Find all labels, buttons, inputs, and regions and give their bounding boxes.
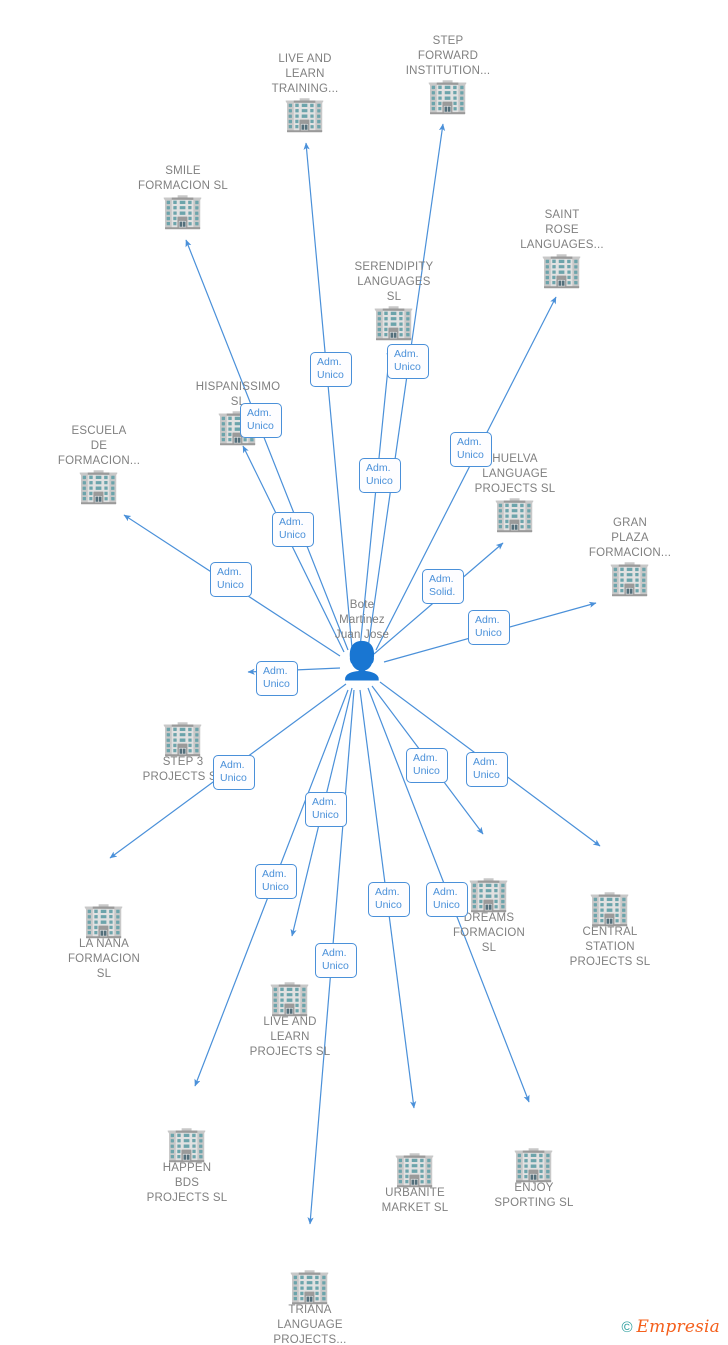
badge-hispanissimo[interactable]: Adm. Unico	[240, 403, 282, 438]
watermark: © Empresia	[621, 1317, 720, 1337]
node-label: ESCUELA DE FORMACION...	[57, 425, 141, 467]
node-label: SERENDIPITY LANGUAGES SL	[354, 261, 434, 303]
badge-la-nana[interactable]: Adm. Unico	[213, 755, 255, 790]
node-label: CENTRAL STATION PROJECTS SL	[569, 926, 651, 968]
building-icon: 🏢	[426, 77, 470, 115]
node-triana-language-projects[interactable]: 🏢 TRIANA LANGUAGE PROJECTS...	[240, 1269, 380, 1345]
node-serendipity-languages-sl[interactable]: SERENDIPITY LANGUAGES SL 🏢	[324, 260, 464, 339]
badge-smile[interactable]: Adm. Unico	[272, 512, 314, 547]
node-hispanissimo-sl[interactable]: HISPANISSIMO SL 🏢	[168, 380, 308, 444]
node-label: LA NANA FORMACION SL	[67, 938, 141, 980]
node-central-station-projects-sl[interactable]: 🏢 CENTRAL STATION PROJECTS SL	[540, 891, 680, 970]
building-icon: 🏢	[216, 408, 260, 446]
badge-live-learn-projects[interactable]: Adm. Unico	[305, 792, 347, 827]
node-la-nana-formacion-sl[interactable]: 🏢 LA NANA FORMACION SL	[34, 903, 174, 982]
badge-serendipity[interactable]: Adm. Unico	[359, 458, 401, 493]
node-live-and-learn-projects-sl[interactable]: 🏢 LIVE AND LEARN PROJECTS SL	[220, 981, 360, 1060]
badge-happen-bds[interactable]: Adm. Unico	[255, 864, 297, 899]
building-icon: 🏢	[161, 192, 205, 230]
building-icon: 🏢	[540, 251, 584, 289]
badge-step-3[interactable]: Adm. Unico	[256, 661, 298, 696]
node-smile-formacion-sl[interactable]: SMILE FORMACION SL 🏢	[113, 164, 253, 228]
node-label: SAINT ROSE LANGUAGES...	[520, 209, 604, 251]
node-label: HISPANISSIMO SL	[195, 381, 281, 408]
building-icon: 🏢	[512, 1145, 556, 1183]
node-label: LIVE AND LEARN TRAINING...	[271, 53, 339, 95]
badge-step-forward-institution[interactable]: Adm. Unico	[387, 344, 429, 379]
node-label: TRIANA LANGUAGE PROJECTS...	[273, 1304, 347, 1345]
badge-huelva[interactable]: Adm. Solid.	[422, 569, 464, 604]
badge-urbanite[interactable]: Adm. Unico	[368, 882, 410, 917]
node-center[interactable]: Bote Martinez Juan Jose 👤	[292, 598, 432, 679]
badge-gran-plaza[interactable]: Adm. Unico	[468, 610, 510, 645]
badge-enjoy[interactable]: Adm. Unico	[406, 748, 448, 783]
node-enjoy-sporting-sl[interactable]: 🏢 ENJOY SPORTING SL	[464, 1147, 604, 1211]
node-step-forward-institution[interactable]: STEP FORWARD INSTITUTION... 🏢	[378, 34, 518, 113]
node-label: HAPPEN BDS PROJECTS SL	[146, 1162, 228, 1204]
person-icon: 👤	[339, 640, 385, 681]
building-icon: 🏢	[588, 889, 632, 927]
badge-live-and-learn-training[interactable]: Adm. Unico	[310, 352, 352, 387]
building-icon: 🏢	[372, 303, 416, 341]
badge-dreams[interactable]: Adm. Unico	[426, 882, 468, 917]
building-icon: 🏢	[161, 719, 205, 757]
node-label: LIVE AND LEARN PROJECTS SL	[249, 1016, 331, 1058]
building-icon: 🏢	[288, 1267, 332, 1305]
building-icon: 🏢	[608, 559, 652, 597]
copyright-icon: ©	[621, 1318, 633, 1336]
node-gran-plaza-formacion[interactable]: GRAN PLAZA FORMACION... 🏢	[560, 516, 700, 595]
building-icon: 🏢	[268, 979, 312, 1017]
node-label: DREAMS FORMACION SL	[452, 912, 526, 954]
brand-name: Empresia	[636, 1317, 720, 1337]
badge-escuela[interactable]: Adm. Unico	[210, 562, 252, 597]
edge-center-to-live-and-learn-training	[303, 142, 353, 649]
network-diagram-canvas: LIVE AND LEARN TRAINING... 🏢 STEP FORWARD …	[0, 0, 728, 1345]
building-icon: 🏢	[283, 95, 327, 133]
node-label: SMILE FORMACION SL	[138, 165, 228, 192]
node-live-and-learn-training[interactable]: LIVE AND LEARN TRAINING... 🏢	[235, 52, 375, 131]
building-icon: 🏢	[77, 467, 121, 505]
building-icon: 🏢	[165, 1125, 209, 1163]
badge-triana[interactable]: Adm. Unico	[315, 943, 357, 978]
badge-saint-rose[interactable]: Adm. Unico	[450, 432, 492, 467]
node-saint-rose-languages[interactable]: SAINT ROSE LANGUAGES... 🏢	[492, 208, 632, 287]
badge-central-station[interactable]: Adm. Unico	[466, 752, 508, 787]
node-escuela-de-formacion[interactable]: ESCUELA DE FORMACION... 🏢	[29, 424, 169, 503]
node-label: Bote Martinez Juan Jose	[334, 599, 390, 641]
building-icon: 🏢	[82, 901, 126, 939]
node-label: GRAN PLAZA FORMACION...	[588, 517, 672, 559]
node-label: STEP FORWARD INSTITUTION...	[405, 35, 491, 77]
node-happen-bds-projects-sl[interactable]: 🏢 HAPPEN BDS PROJECTS SL	[117, 1127, 257, 1206]
node-label: ENJOY SPORTING SL	[494, 1182, 574, 1209]
